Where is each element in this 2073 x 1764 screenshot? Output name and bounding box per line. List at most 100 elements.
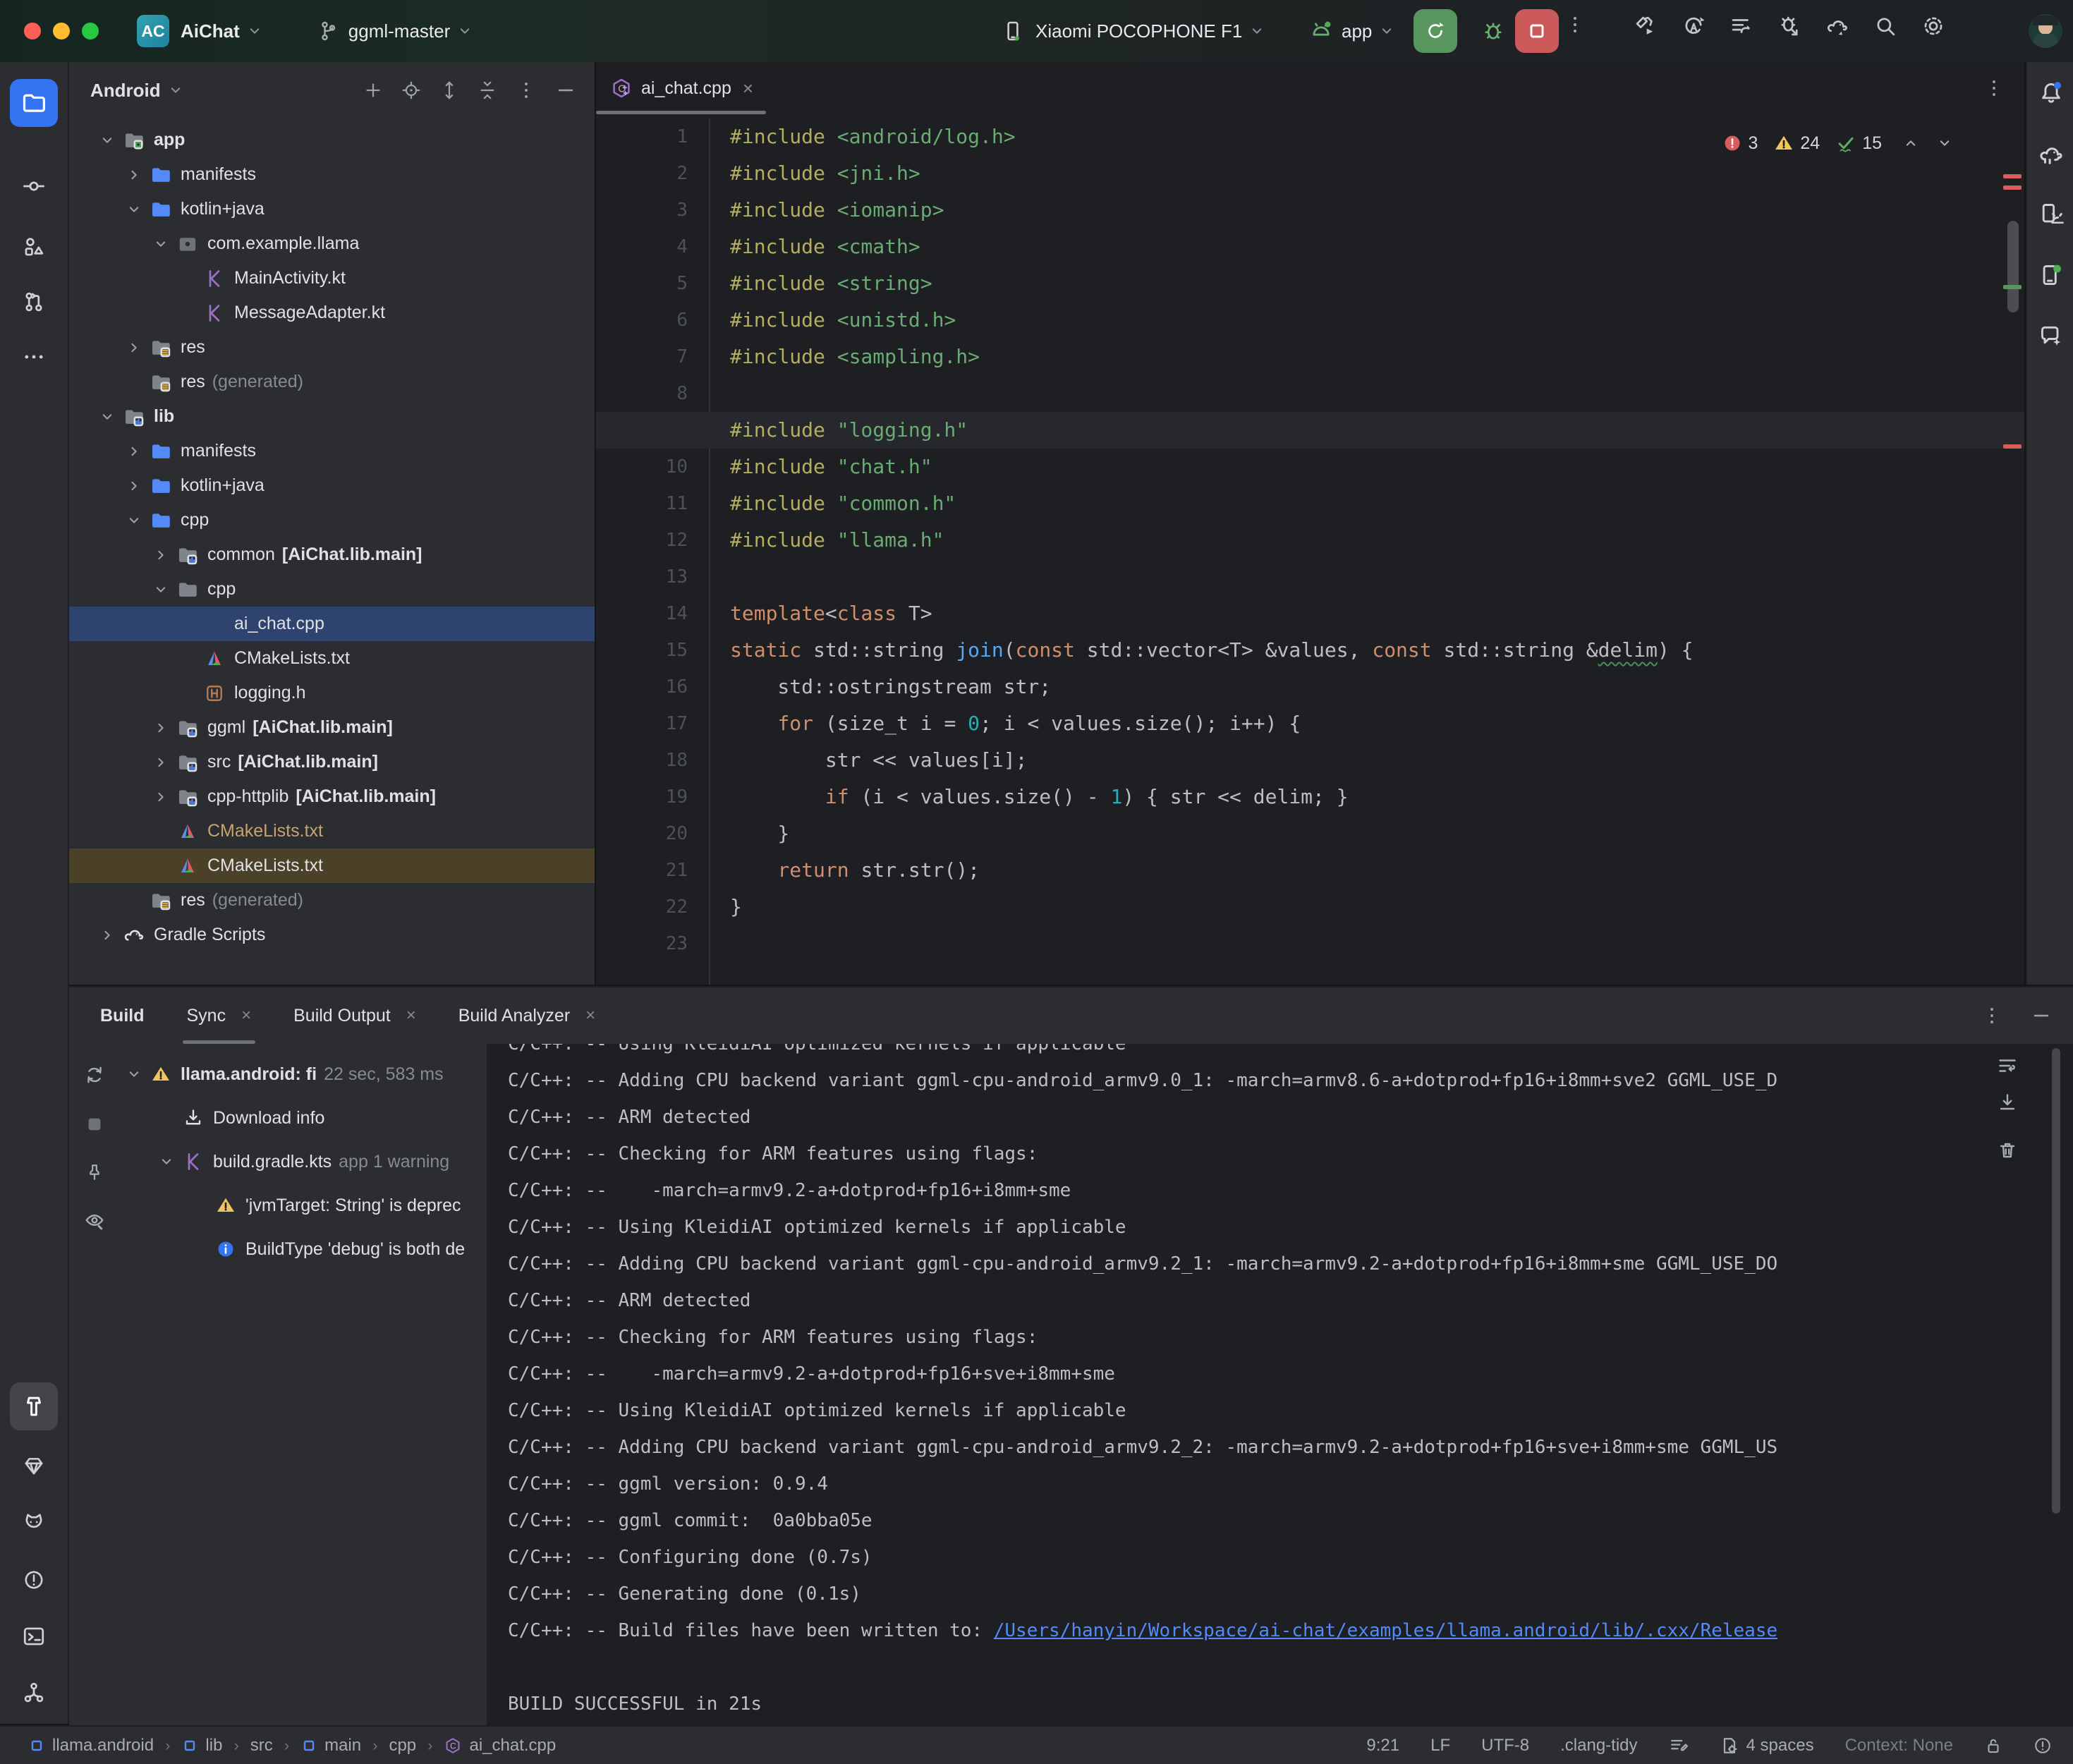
resource-manager-tool-button[interactable] (10, 223, 58, 271)
tree-item-cpp-httplib[interactable]: cpp-httplib[AiChat.lib.main] (69, 779, 595, 814)
device-selector[interactable]: Xiaomi POCOPHONE F1 (1002, 20, 1273, 42)
line-number[interactable]: 20 (617, 815, 688, 852)
line-ending[interactable]: LF (1430, 1736, 1450, 1756)
breadcrumb[interactable]: llama.android›lib›src›main›cpp›Cai_chat.… (28, 1736, 556, 1756)
code-line-8[interactable] (710, 375, 2024, 412)
pull-requests-tool-button[interactable] (10, 278, 58, 326)
chevron-right-icon[interactable] (121, 442, 147, 461)
chevron-right-icon[interactable] (148, 788, 174, 806)
line-number[interactable]: 15 (617, 632, 688, 669)
chevron-down-icon[interactable] (121, 511, 147, 530)
chevron-right-icon[interactable] (148, 719, 174, 737)
error-stripe-mark[interactable] (2003, 444, 2022, 449)
chevron-down-icon[interactable] (148, 235, 174, 253)
minimize-window-button[interactable] (53, 23, 70, 39)
code-line-22[interactable]: } (710, 889, 2024, 925)
code-area[interactable]: #include <android/log.h>#include <jni.h>… (710, 118, 2024, 985)
tree-item-manifests[interactable]: manifests (69, 157, 595, 192)
breadcrumb-item-cpp[interactable]: cpp (389, 1736, 416, 1756)
code-line-9[interactable]: #include "logging.h" (710, 412, 2024, 449)
tree-item-cmakelists-txt[interactable]: CMakeLists.txt (69, 848, 595, 883)
editor-gutter[interactable]: 1234567891011121314151617181920212223 (596, 118, 710, 985)
tree-item-res[interactable]: res (69, 330, 595, 365)
zoom-window-button[interactable] (82, 23, 99, 39)
tree-item-manifests[interactable]: manifests (69, 434, 595, 468)
line-number[interactable]: 4 (617, 229, 688, 265)
tree-item-cmakelists-txt[interactable]: CMakeLists.txt (69, 641, 595, 676)
line-number[interactable]: 16 (617, 669, 688, 705)
build-variants-icon[interactable] (1729, 14, 1753, 38)
hide-build-panel-icon[interactable] (2031, 1005, 2052, 1026)
tree-item-ggml[interactable]: ggml[AiChat.lib.main] (69, 710, 595, 745)
breadcrumb-item-main[interactable]: main (300, 1736, 361, 1756)
line-number[interactable]: 3 (617, 192, 688, 229)
scroll-to-end-icon[interactable] (1997, 1092, 2018, 1113)
notifications-tool-button[interactable] (2033, 75, 2069, 111)
commit-tool-button[interactable] (10, 162, 58, 210)
tab-sync[interactable]: Sync× (187, 987, 252, 1044)
filter-view-button[interactable] (79, 1205, 110, 1236)
error-stripe-mark[interactable] (2003, 285, 2022, 289)
project-widget[interactable]: AC AiChat (137, 15, 271, 47)
device-manager-tool-button[interactable] (2033, 196, 2069, 233)
tree-item-logging-h[interactable]: logging.h (69, 676, 595, 710)
tree-item-res[interactable]: res(generated) (69, 365, 595, 399)
editor-options-icon[interactable] (1983, 78, 2005, 99)
code-line-13[interactable] (710, 559, 2024, 595)
tree-item-cmakelists-txt[interactable]: CMakeLists.txt (69, 814, 595, 848)
line-number[interactable]: 10 (617, 449, 688, 485)
formatter-icon[interactable] (1669, 1736, 1689, 1756)
close-tab-icon[interactable]: × (406, 1006, 416, 1026)
sync-project-icon[interactable] (1682, 14, 1706, 38)
tree-item-kotlin-java[interactable]: kotlin+java (69, 192, 595, 226)
indent-status[interactable]: 4 spaces (1720, 1736, 1814, 1756)
caret-position[interactable]: 9:21 (1366, 1736, 1399, 1756)
run-more-options-button[interactable] (1564, 14, 1586, 35)
chevron-down-icon[interactable] (154, 1152, 179, 1171)
expand-all-icon[interactable] (439, 80, 459, 100)
terminal-tool-button[interactable] (10, 1612, 58, 1660)
build-run-icon[interactable] (1634, 14, 1658, 38)
build-window-title[interactable]: Build (100, 1006, 145, 1026)
more-tool-windows-button[interactable] (10, 333, 58, 381)
breadcrumb-item-ai-chat-cpp[interactable]: Cai_chat.cpp (444, 1736, 556, 1756)
code-line-23[interactable] (710, 925, 2024, 962)
lock-open-icon[interactable] (1984, 1736, 2002, 1755)
breadcrumb-item-lib[interactable]: lib (181, 1736, 222, 1756)
attach-debugger-icon[interactable] (1777, 14, 1801, 38)
tab-build-output[interactable]: Build Output× (293, 987, 416, 1044)
build-tree-item[interactable]: llama.android: fi22 sec, 583 ms (118, 1052, 487, 1096)
line-number[interactable]: 21 (617, 852, 688, 889)
tree-item-com-example-llama[interactable]: com.example.llama (69, 226, 595, 261)
panel-options-icon[interactable] (516, 80, 537, 101)
event-log-icon[interactable] (2034, 1736, 2052, 1755)
tab-build-analyzer[interactable]: Build Analyzer× (458, 987, 595, 1044)
chevron-down-icon[interactable] (121, 1065, 147, 1083)
line-number[interactable]: 18 (617, 742, 688, 779)
close-tab-icon[interactable]: × (241, 1006, 251, 1026)
run-config-selector[interactable]: app (1309, 19, 1403, 43)
pin-button[interactable] (79, 1157, 110, 1188)
search-everywhere-icon[interactable] (1873, 14, 1897, 38)
line-number[interactable]: 19 (617, 779, 688, 815)
line-number[interactable]: 13 (617, 559, 688, 595)
code-line-19[interactable]: if (i < values.size() - 1) { str << deli… (710, 779, 2024, 815)
inspections-widget[interactable]: 3 24 15 (1722, 133, 1954, 154)
code-line-18[interactable]: str << values[i]; (710, 742, 2024, 779)
stop-sync-button[interactable] (79, 1109, 110, 1140)
running-devices-tool-button[interactable] (2033, 257, 2069, 293)
tree-item-app[interactable]: app (69, 123, 595, 157)
app-quality-insights-tool-button[interactable] (10, 1442, 58, 1490)
line-number[interactable]: 7 (617, 339, 688, 375)
logcat-tool-button[interactable] (10, 1498, 58, 1546)
error-stripe-mark[interactable] (2003, 174, 2022, 178)
editor-scrollbar[interactable] (2007, 221, 2019, 312)
line-number[interactable]: 12 (617, 522, 688, 559)
build-tool-button[interactable] (10, 1382, 58, 1430)
gemini-tool-button[interactable] (2033, 317, 2069, 354)
code-line-17[interactable]: for (size_t i = 0; i < values.size(); i+… (710, 705, 2024, 742)
line-number[interactable]: 1 (617, 118, 688, 155)
code-line-3[interactable]: #include <iomanip> (710, 192, 2024, 229)
close-tab-icon[interactable]: × (585, 1006, 595, 1026)
code-line-16[interactable]: std::ostringstream str; (710, 669, 2024, 705)
